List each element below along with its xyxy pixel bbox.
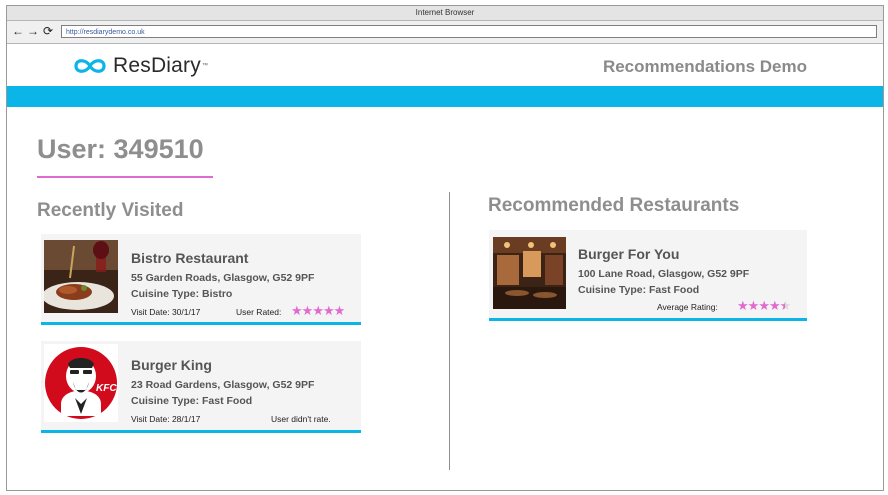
- site-header: ResDiary ™ Recommendations Demo: [7, 44, 883, 87]
- back-icon[interactable]: ←: [12, 24, 24, 38]
- restaurant-name[interactable]: Bistro Restaurant: [131, 250, 248, 266]
- average-rating-stars: ★★★★★: [737, 298, 792, 313]
- recently-visited-heading: Recently Visited: [37, 200, 184, 221]
- cuisine-type: Cuisine Type: Fast Food: [131, 395, 253, 407]
- card-underline: [489, 318, 807, 321]
- visited-card-burger-king[interactable]: KFC Burger King 23 Road Gardens, Glasgow…: [41, 341, 361, 433]
- star-icon: ★: [322, 303, 335, 318]
- column-divider: [449, 192, 450, 470]
- header-band: [7, 86, 883, 107]
- rating-label: User Rated:: [236, 307, 282, 317]
- visit-date: Visit Date: 28/1/17: [131, 414, 201, 424]
- star-icon: ★: [747, 298, 760, 313]
- star-icon: ★: [291, 303, 303, 318]
- rating-label: Average Rating:: [657, 302, 718, 312]
- recommended-card-burger-for-you[interactable]: Burger For You 100 Lane Road, Glasgow, G…: [489, 230, 807, 321]
- resdiary-logo[interactable]: ResDiary ™: [72, 54, 208, 78]
- card-underline: [41, 322, 361, 325]
- star-icon: ★: [312, 303, 324, 318]
- visit-date: Visit Date: 30/1/17: [131, 307, 201, 317]
- rating-label: User didn't rate.: [271, 414, 331, 424]
- star-icon: ★: [758, 298, 770, 313]
- restaurant-address: 55 Garden Roads, Glasgow, G52 9PF: [131, 272, 315, 284]
- cuisine-type: Cuisine Type: Fast Food: [578, 284, 700, 296]
- restaurant-address: 100 Lane Road, Glasgow, G52 9PF: [578, 268, 750, 280]
- half-star-icon: ★: [779, 298, 792, 313]
- kfc-logo-text: KFC: [96, 383, 117, 394]
- visited-card-bistro[interactable]: Bistro Restaurant 55 Garden Roads, Glasg…: [41, 234, 361, 325]
- restaurant-name[interactable]: Burger King: [131, 357, 212, 373]
- demo-title: Recommendations Demo: [602, 57, 807, 76]
- card-underline: [41, 430, 361, 433]
- star-icon: ★: [768, 298, 781, 313]
- cuisine-type: Cuisine Type: Bistro: [131, 288, 233, 300]
- infinity-logo-icon: [74, 59, 106, 73]
- restaurant-address: 23 Road Gardens, Glasgow, G52 9PF: [131, 379, 315, 391]
- logo-trademark: ™: [201, 63, 208, 69]
- forward-icon[interactable]: →: [27, 24, 39, 38]
- recommended-heading: Recommended Restaurants: [488, 195, 740, 216]
- restaurant-name[interactable]: Burger For You: [578, 246, 679, 262]
- restaurant-interior-photo: [493, 237, 566, 309]
- reload-icon[interactable]: ⟳: [43, 24, 53, 38]
- star-icon: ★: [301, 303, 314, 318]
- browser-window: Internet Browser ← → ⟳ http://resdiaryde…: [6, 5, 884, 491]
- star-icon: ★: [333, 303, 346, 318]
- page-title: User: 349510: [37, 134, 204, 164]
- window-title: Internet Browser: [7, 6, 883, 21]
- star-icon: ★: [737, 298, 749, 313]
- address-bar[interactable]: http://resdiarydemo.co.uk: [61, 25, 877, 38]
- bistro-food-photo: [44, 240, 118, 313]
- browser-toolbar: ← → ⟳ http://resdiarydemo.co.uk: [7, 21, 883, 44]
- title-underline: [37, 176, 213, 178]
- kfc-logo: KFC: [44, 344, 118, 422]
- user-rating-stars: ★★★★★: [291, 303, 346, 318]
- logo-text: ResDiary: [113, 54, 201, 77]
